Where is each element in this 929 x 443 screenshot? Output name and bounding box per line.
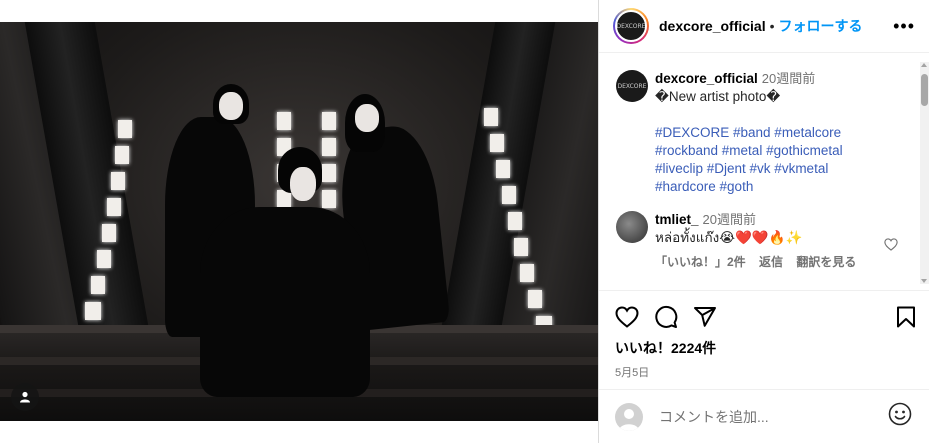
post-actions: いいね！2224件 5月5日	[599, 290, 929, 388]
commenter-username[interactable]: tmliet_	[655, 212, 699, 227]
hashtags-line[interactable]: #hardcore #goth	[655, 179, 753, 194]
emoji-icon[interactable]	[888, 402, 912, 431]
comment-text: หล่อทั้งแก๊ง😭❤️❤️🔥✨	[655, 230, 803, 245]
hashtags-line[interactable]: #DEXCORE #band #metalcore	[655, 125, 841, 140]
add-comment-bar: コメントを追加...	[599, 389, 929, 443]
comments-list[interactable]: DEXCORE dexcore_official 20週間前 �New artis…	[599, 54, 929, 289]
post-date[interactable]: 5月5日	[615, 364, 916, 380]
add-comment-input[interactable]: コメントを追加...	[659, 407, 769, 427]
current-user-avatar	[615, 402, 643, 431]
caption: DEXCORE dexcore_official 20週間前 �New artis…	[616, 70, 929, 196]
comment-like-heart-icon[interactable]	[884, 238, 898, 256]
caption-text: �New artist photo�	[655, 89, 781, 104]
comment-likes[interactable]: 「いいね！」2件	[655, 255, 746, 269]
comment-time[interactable]: 20週間前	[703, 212, 756, 227]
avatar-logo-text: DEXCORE	[616, 22, 646, 30]
likes-count[interactable]: いいね！2224件	[615, 338, 916, 358]
hashtags-line[interactable]: #rockband #metal #gothicmetal	[655, 143, 843, 158]
more-options-icon[interactable]: •••	[893, 17, 915, 35]
separator-dot: •	[769, 18, 775, 34]
user-tag-icon[interactable]	[11, 383, 39, 411]
share-icon[interactable]	[693, 305, 717, 329]
heart-icon[interactable]	[615, 306, 639, 328]
post-media[interactable]	[0, 0, 598, 443]
reply-button[interactable]: 返信	[759, 255, 783, 269]
avatar-logo-text: DEXCORE	[617, 82, 647, 90]
caption-username[interactable]: dexcore_official	[655, 71, 758, 86]
scroll-down-arrow-icon[interactable]	[921, 279, 927, 283]
follow-button[interactable]: フォローする	[779, 16, 863, 36]
hashtags-line[interactable]: #liveclip #Djent #vk #vkmetal	[655, 161, 828, 176]
post-photo[interactable]	[0, 22, 598, 421]
author-avatar[interactable]: DEXCORE	[613, 8, 649, 44]
post-side-panel: DEXCORE dexcore_official • フォローする ••• DE…	[598, 0, 929, 443]
post-header: DEXCORE dexcore_official • フォローする •••	[599, 0, 929, 53]
comments-scrollbar[interactable]	[920, 62, 929, 284]
commenter-avatar[interactable]	[616, 211, 648, 243]
author-username[interactable]: dexcore_official	[659, 18, 766, 34]
scroll-up-arrow-icon[interactable]	[921, 63, 927, 67]
scrollbar-thumb[interactable]	[921, 74, 928, 106]
comment-icon[interactable]	[654, 305, 678, 329]
translate-button[interactable]: 翻訳を見る	[796, 255, 856, 269]
caption-avatar[interactable]: DEXCORE	[616, 70, 648, 102]
comment-item: tmliet_ 20週間前 หล่อทั้งแก๊ง😭❤️❤️🔥✨ 「いいね！」2…	[616, 211, 929, 271]
bookmark-icon[interactable]	[896, 306, 916, 328]
caption-time[interactable]: 20週間前	[762, 71, 815, 86]
